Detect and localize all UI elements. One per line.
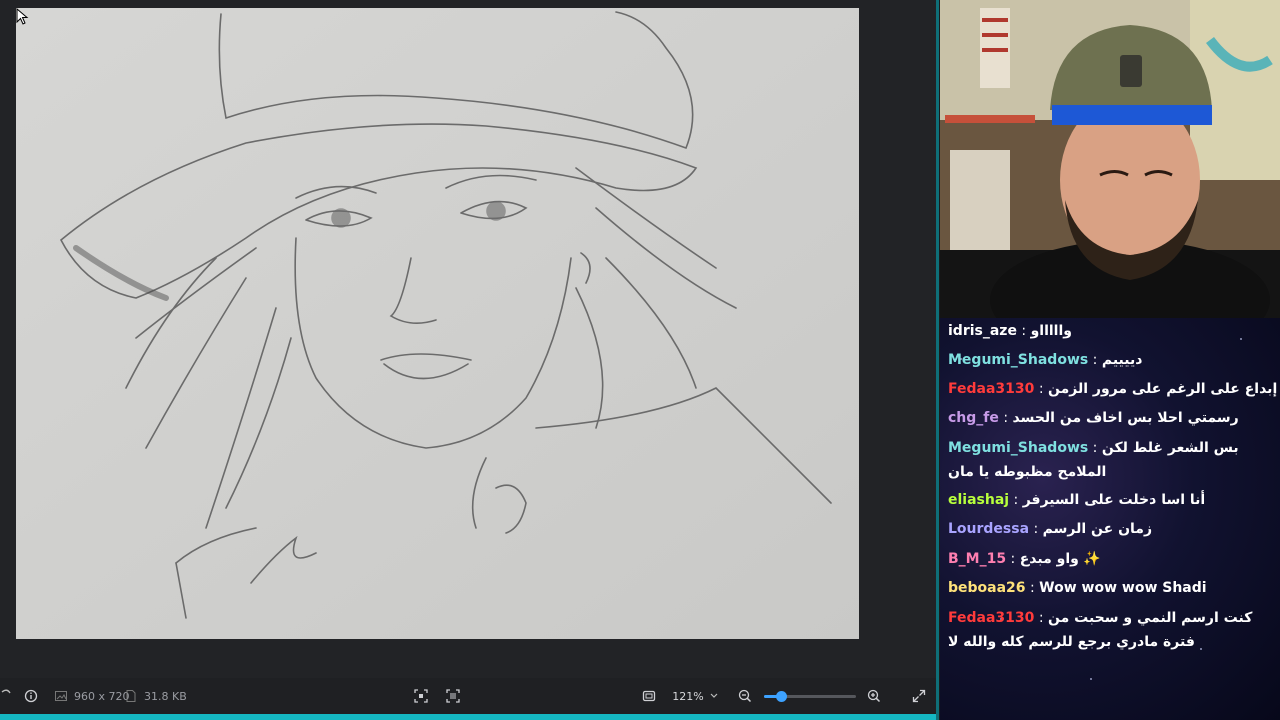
zoom-slider-thumb[interactable] — [775, 691, 787, 702]
chat-message: Fedaa3130 : هممم, إبداع على الرغم على مر… — [948, 378, 1280, 400]
image-viewer: 960 x 720 31.8 KB 121% — [0, 0, 938, 720]
chat-username[interactable]: Fedaa3130 — [948, 381, 1034, 397]
chat-text: واااااو — [1030, 323, 1072, 339]
chat-username[interactable]: chg_fe — [948, 410, 999, 426]
chat-username[interactable]: beboaa26 — [948, 580, 1026, 596]
webcam-feed — [940, 0, 1280, 318]
image-icon — [55, 691, 67, 701]
fit-to-window-icon[interactable] — [414, 678, 428, 714]
zoom-slider[interactable] — [764, 691, 856, 702]
file-size-label: 31.8 KB — [144, 689, 187, 703]
chat-message: eliashaj : أنا اسا دخلت على السيرفر — [948, 492, 1206, 508]
chevron-down-icon — [710, 693, 718, 698]
image-canvas[interactable] — [0, 0, 938, 678]
pencil-drawing-image — [16, 8, 859, 639]
chat-username[interactable]: Megumi_Shadows — [948, 440, 1088, 456]
info-icon[interactable] — [24, 678, 38, 714]
chat-username[interactable]: idris_aze — [948, 323, 1017, 339]
help-icon[interactable] — [0, 678, 14, 714]
fullscreen-icon[interactable] — [912, 678, 926, 714]
webcam-scene — [940, 0, 1280, 318]
chat-text: دييييم — [1101, 352, 1143, 368]
chat-message: Megumi_Shadows : بس الشعر غلط لكن الملام… — [948, 440, 1239, 480]
chat-text: رسمتي احلا بس اخاف من الحسد — [1012, 410, 1239, 426]
image-dimensions-label: 960 x 720 — [74, 689, 130, 703]
chat-message: chg_fe : رسمتي احلا بس اخاف من الحسد — [948, 410, 1239, 426]
chat-message: Lourdessa : زمان عن الرسم — [948, 521, 1153, 537]
image-dimensions-info: 960 x 720 — [54, 678, 130, 714]
chat-username[interactable]: Megumi_Shadows — [948, 352, 1088, 368]
chat-username[interactable]: Lourdessa — [948, 521, 1029, 537]
chat-username[interactable]: B_M_15 — [948, 551, 1006, 567]
zoom-level-dropdown[interactable]: 121% — [665, 686, 725, 706]
chat-message: B_M_15 : واو مبدع ✨ — [948, 551, 1101, 567]
sparkle-badge-icon: ✨ — [1083, 551, 1101, 567]
zoom-level-value: 121% — [672, 689, 704, 703]
viewer-status-bar: 960 x 720 31.8 KB 121% — [0, 678, 938, 714]
chat-message: Megumi_Shadows : دييييم — [948, 352, 1143, 368]
chat-text: واو مبدع — [1019, 551, 1079, 567]
chat-text: Wow wow wow Shadi — [1039, 580, 1207, 596]
chat-message: beboaa26 : Wow wow wow Shadi — [948, 580, 1207, 596]
panel-divider — [936, 0, 939, 720]
chat-text: هممم, إبداع على الرغم على مرور الزمن — [1048, 381, 1280, 397]
chat-text: أنا اسا دخلت على السيرفر — [1022, 492, 1206, 508]
mouse-cursor-icon — [16, 8, 29, 25]
chat-text: زمان عن الرسم — [1042, 521, 1153, 537]
drawing-sketch — [16, 8, 859, 639]
zoom-in-icon[interactable] — [867, 678, 881, 714]
file-size-info: 31.8 KB — [124, 678, 187, 714]
actual-size-icon[interactable] — [446, 678, 460, 714]
bottom-accent-strip — [0, 714, 938, 720]
chat-message: Fedaa3130 : كنت ارسم النمي و سحبت من فتر… — [948, 610, 1253, 650]
aspect-ratio-icon[interactable] — [642, 678, 656, 714]
stream-overlay: idris_aze : واااااو Megumi_Shadows : ديي… — [940, 0, 1280, 720]
chat-panel: idris_aze : واااااو Megumi_Shadows : ديي… — [940, 318, 1280, 720]
chat-username[interactable]: eliashaj — [948, 492, 1009, 508]
chat-message: idris_aze : واااااو — [948, 323, 1072, 339]
zoom-out-icon[interactable] — [738, 678, 752, 714]
chat-username[interactable]: Fedaa3130 — [948, 610, 1034, 626]
file-icon — [126, 690, 136, 702]
